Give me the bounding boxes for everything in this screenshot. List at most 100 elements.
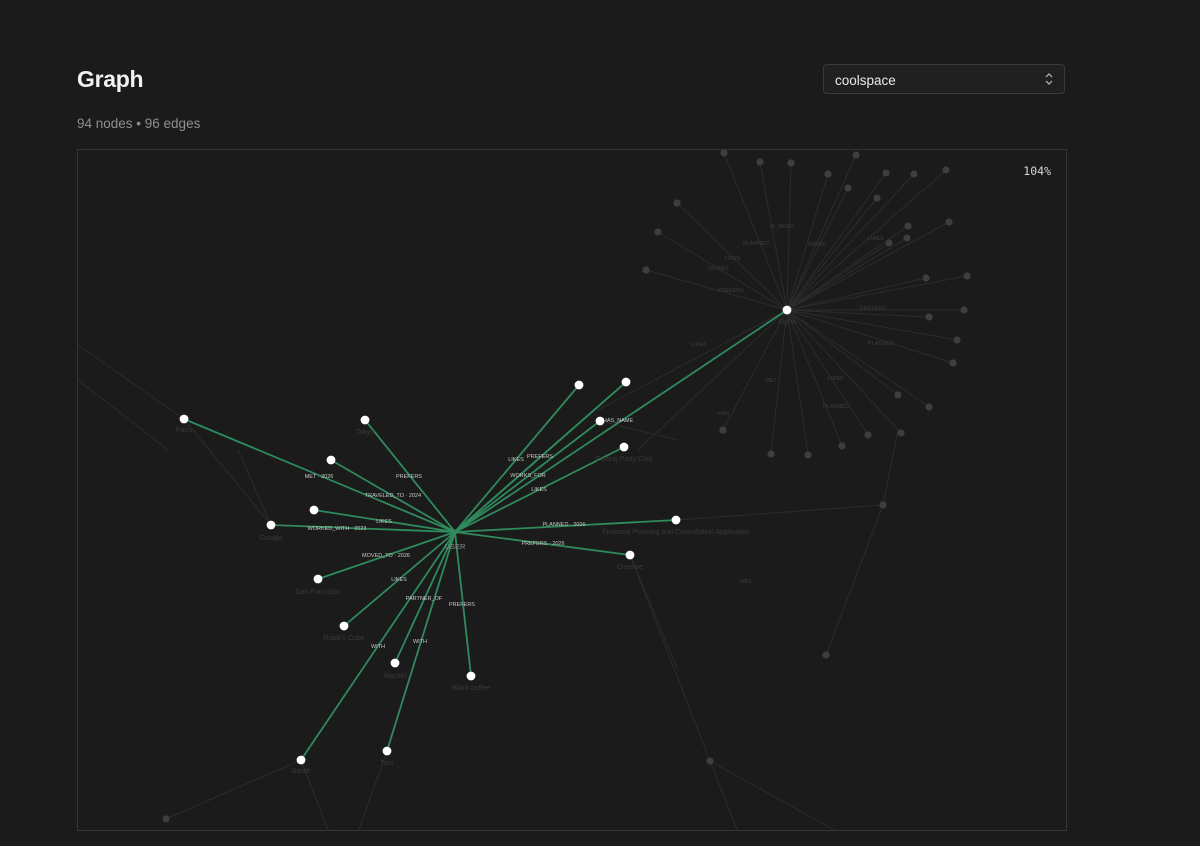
graph-node	[787, 159, 795, 167]
background-edges	[78, 152, 968, 830]
graph-edge-label: PREFERS	[449, 602, 475, 608]
graph-node	[922, 274, 930, 282]
graph-node-label: San Francisco	[296, 589, 341, 596]
graph-node-label: Google	[260, 535, 283, 542]
graph-node	[162, 815, 170, 823]
graph-node	[897, 429, 905, 437]
graph-node	[838, 442, 846, 450]
graph-edge-label: LIKES	[531, 487, 547, 493]
graph-canvas[interactable]: IS_READ PLANNED OWNS LIKES PREFERS PREFERS PLA…	[77, 149, 1067, 831]
graph-node-label: Cutting Party Club	[596, 456, 653, 463]
graph-node	[673, 199, 681, 207]
background-edge-label: PLANNED	[868, 341, 894, 347]
graph-edge-label: MET · 2026	[305, 474, 334, 480]
background-nodes	[162, 150, 971, 823]
background-edge-label: LIKES	[725, 256, 741, 262]
graph-node	[822, 651, 830, 659]
graph-node	[179, 414, 189, 424]
background-edge-label: IS_READ	[770, 224, 794, 230]
graph-svg[interactable]: IS_READ PLANNED OWNS LIKES PREFERS PREFERS PLA…	[78, 150, 1067, 831]
graph-node	[266, 520, 276, 530]
graph-node	[595, 416, 605, 426]
graph-node	[945, 218, 953, 226]
graph-node	[885, 239, 893, 247]
graph-stats: 94 nodes • 96 edges	[77, 116, 201, 131]
graph-node	[654, 228, 662, 236]
background-edge-label: PLANNED	[743, 241, 769, 247]
graph-edge-label: PARTNER_OF	[406, 596, 443, 602]
graph-node-label: Creative	[617, 564, 643, 571]
graph-node-label: Rubik's Cube	[323, 635, 365, 642]
user-node-label: USER	[445, 542, 466, 551]
graph-node	[879, 501, 887, 509]
background-edge-label: PREFERS	[860, 306, 886, 312]
graph-node-label: Rachel	[384, 673, 406, 680]
graph-node-user	[452, 529, 458, 535]
graph-edge-label: PREFERS	[396, 474, 422, 480]
space-select-value: coolspace	[835, 73, 896, 88]
background-edge-label: LIKES	[868, 236, 884, 242]
graph-node-label: Tom	[380, 760, 393, 767]
hub-node-label: Alpha	[778, 319, 796, 326]
background-edge-label: LIKES	[828, 376, 844, 382]
graph-node	[904, 222, 912, 230]
graph-node	[706, 757, 714, 765]
graph-edge-label: LIKES	[508, 457, 524, 463]
graph-node	[925, 313, 933, 321]
graph-node	[903, 234, 911, 242]
graph-node	[873, 194, 881, 202]
graph-edge-label: HAS_NAME	[603, 418, 634, 424]
graph-node	[949, 359, 957, 367]
graph-edge-label: WORKS_FOR	[510, 473, 545, 479]
graph-node	[864, 431, 872, 439]
chevron-up-down-icon	[1045, 73, 1053, 85]
graph-node	[953, 336, 961, 344]
graph-edge-label: WORKED_WITH · 2023	[308, 526, 367, 532]
node-labels: Paris Tokyo Google San Francisco Rubik's Cub…	[176, 319, 796, 775]
graph-node	[960, 306, 968, 314]
graph-node	[767, 450, 775, 458]
graph-node-label: Paris	[176, 427, 192, 434]
background-edge-label: PREFERS	[718, 288, 744, 294]
page-title: Graph	[77, 66, 144, 92]
graph-node	[824, 170, 832, 178]
graph-node	[756, 158, 764, 166]
graph-node	[326, 455, 336, 465]
graph-node	[619, 442, 629, 452]
graph-node	[671, 515, 681, 525]
graph-node	[642, 266, 650, 274]
graph-edge-label: TRAVELED_TO · 2024	[365, 493, 421, 499]
graph-node	[852, 151, 860, 159]
graph-node	[296, 755, 306, 765]
graph-node	[963, 272, 971, 280]
graph-edge-label: PLANNED · 2026	[542, 522, 585, 528]
graph-node	[882, 169, 890, 177]
background-edge-label: HAS	[718, 411, 730, 417]
graph-edge-label: PREFERS · 2026	[521, 541, 564, 547]
graph-node	[910, 170, 918, 178]
graph-edge-label: LIKES	[376, 519, 392, 525]
graph-node	[625, 550, 635, 560]
graph-node	[720, 150, 728, 157]
graph-node	[466, 671, 476, 681]
graph-node	[719, 426, 727, 434]
graph-node-label: Tokyo	[356, 429, 374, 436]
background-edge-label: MET	[765, 378, 777, 384]
graph-node	[844, 184, 852, 192]
background-edge-label: PLANNED	[823, 404, 849, 410]
zoom-level: 104%	[1023, 164, 1051, 178]
space-select[interactable]: coolspace	[823, 64, 1065, 94]
graph-node	[313, 574, 323, 584]
background-edge-label: IMPL	[740, 579, 753, 585]
graph-node-label: Black coffee	[452, 685, 490, 692]
graph-node-label: Financial Planning and Consultation Appl…	[602, 529, 750, 536]
graph-node	[360, 415, 370, 425]
graph-node	[894, 391, 902, 399]
background-edge-label: OWNS	[808, 242, 825, 248]
graph-node-label: Sarah	[292, 768, 311, 775]
graph-edge-label: WITH	[371, 644, 385, 650]
graph-edge-label: WITH	[413, 639, 427, 645]
graph-node	[804, 451, 812, 459]
graph-node	[925, 403, 933, 411]
graph-node	[942, 166, 950, 174]
